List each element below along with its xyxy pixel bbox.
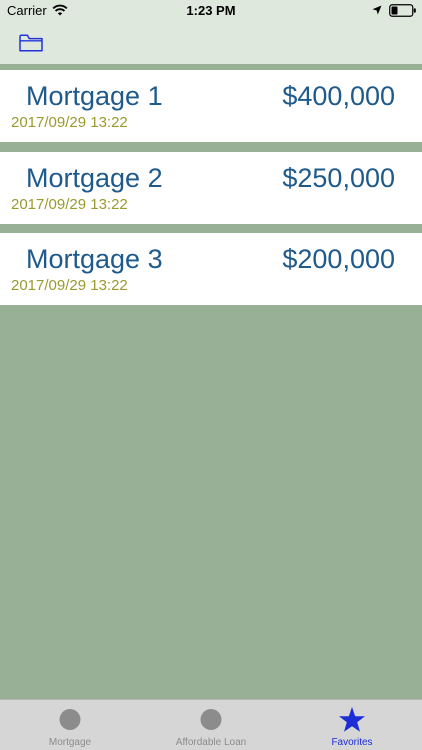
star-icon [339,707,365,732]
tab-affordable-loan[interactable]: Affordable Loan [141,700,281,750]
mortgage-date: 2017/09/29 13:22 [11,196,128,213]
list-item[interactable]: Mortgage 2 $250,000 2017/09/29 13:22 [0,152,422,224]
mortgage-name: Mortgage 1 [26,81,163,111]
folder-icon[interactable] [19,34,43,52]
mortgage-amount: $250,000 [282,163,395,193]
list-item[interactable]: Mortgage 3 $200,000 2017/09/29 13:22 [0,233,422,305]
mortgage-amount: $400,000 [282,81,395,111]
mortgage-date: 2017/09/29 13:22 [11,277,128,294]
clock-time: 1:23 PM [186,3,236,18]
tab-favorites[interactable]: Favorites [282,700,422,750]
mortgage-name: Mortgage 3 [26,244,163,274]
tab-label: Affordable Loan [175,737,247,748]
tab-label: Favorites [331,737,373,748]
tab-bar: Mortgage Affordable Loan Favorites [0,699,422,750]
status-bar: Carrier 1:23 PM [0,0,422,22]
list-item[interactable]: Mortgage 1 $400,000 2017/09/29 13:22 [0,70,422,142]
mortgage-date: 2017/09/29 13:22 [11,114,128,131]
circle-icon [59,709,81,730]
circle-icon [200,709,222,730]
mortgage-name: Mortgage 2 [26,163,163,193]
tab-mortgage[interactable]: Mortgage [0,700,140,750]
location-arrow-icon [372,5,382,15]
navigation-bar [0,22,422,64]
mortgage-amount: $200,000 [282,244,395,274]
battery-icon [389,4,416,17]
tab-label: Mortgage [48,737,92,748]
